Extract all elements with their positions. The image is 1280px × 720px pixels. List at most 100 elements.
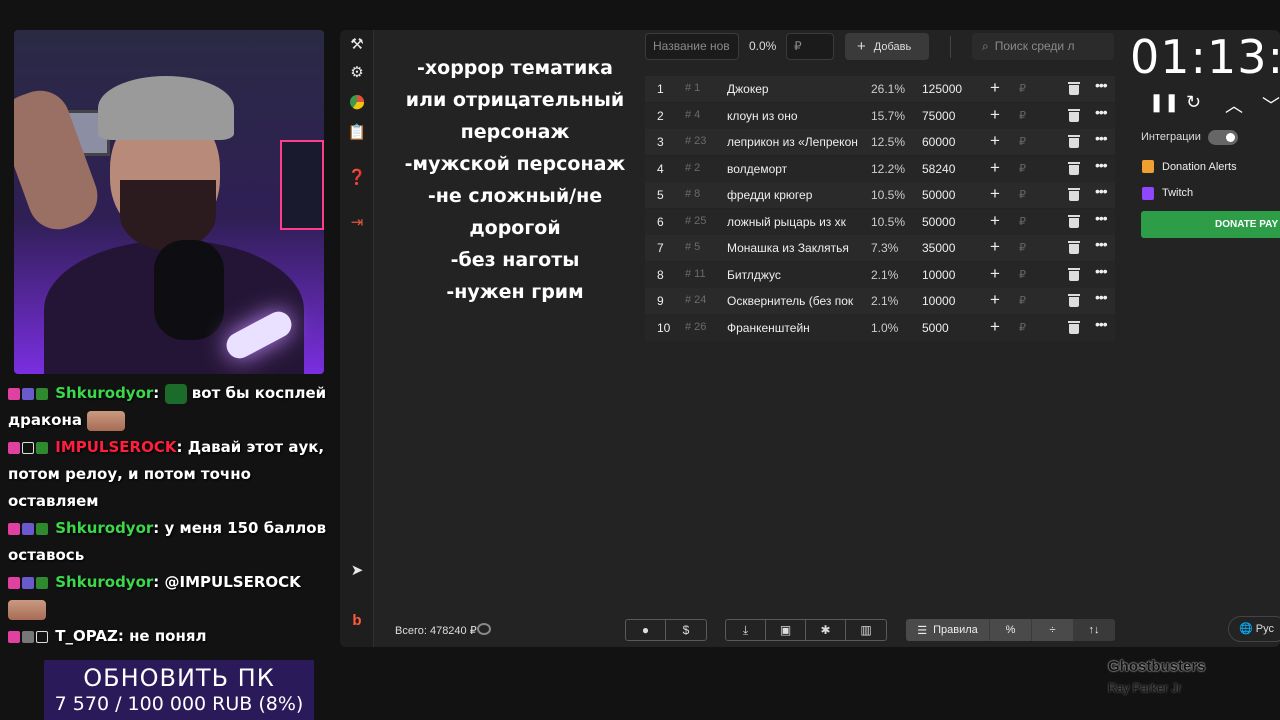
currency-input[interactable]: ₽ xyxy=(1019,268,1026,281)
currency-input[interactable]: ₽ xyxy=(1019,241,1026,254)
rules-button[interactable]: ☰ Правила xyxy=(906,619,990,641)
lot-name-input[interactable]: Название нов xyxy=(645,33,739,60)
pause-icon[interactable]: ❚❚ xyxy=(1149,92,1179,113)
lot-name[interactable]: клоун из оно xyxy=(727,109,859,123)
currency-input[interactable]: ₽ xyxy=(1019,162,1026,175)
currency-input[interactable]: ₽ xyxy=(1019,294,1026,307)
chevron-down-icon[interactable]: ﹀ xyxy=(1262,92,1280,118)
lot-name[interactable]: Осквернитель (без пок xyxy=(727,294,859,308)
add-amount-icon[interactable]: + xyxy=(990,264,1000,284)
split-icon[interactable]: ÷ xyxy=(1032,619,1074,641)
add-amount-icon[interactable]: + xyxy=(990,290,1000,310)
lot-name[interactable]: Франкенштейн xyxy=(727,321,859,335)
add-amount-icon[interactable]: + xyxy=(990,131,1000,151)
more-icon[interactable]: ••• xyxy=(1095,210,1108,226)
more-icon[interactable]: ••• xyxy=(1095,263,1108,279)
lot-amount[interactable]: 58240 xyxy=(922,162,955,176)
add-amount-icon[interactable]: + xyxy=(990,237,1000,257)
github-icon[interactable]: ● xyxy=(626,620,666,640)
add-amount-icon[interactable]: + xyxy=(990,78,1000,98)
trash-icon[interactable] xyxy=(1068,135,1080,148)
amount-input[interactable]: ₽ xyxy=(786,33,834,60)
currency-input[interactable]: ₽ xyxy=(1019,135,1026,148)
add-amount-icon[interactable]: + xyxy=(990,211,1000,231)
add-amount-icon[interactable]: + xyxy=(990,105,1000,125)
trash-icon[interactable] xyxy=(1068,267,1080,281)
trash-icon[interactable] xyxy=(1068,294,1080,307)
currency-input[interactable]: ₽ xyxy=(1019,82,1026,95)
lot-amount[interactable]: 60000 xyxy=(922,135,955,149)
trash-icon[interactable] xyxy=(1068,188,1080,201)
trash-icon[interactable] xyxy=(1068,82,1080,95)
gavel-icon[interactable]: ⚒ xyxy=(345,32,369,56)
boosty-icon[interactable]: b xyxy=(345,608,369,632)
more-icon[interactable]: ••• xyxy=(1095,104,1108,120)
currency-input[interactable]: ₽ xyxy=(1019,188,1026,201)
lot-amount[interactable]: 125000 xyxy=(922,82,962,96)
lot-name[interactable]: фредди крюгер xyxy=(727,188,859,202)
more-icon[interactable]: ••• xyxy=(1095,236,1108,252)
more-icon[interactable]: ••• xyxy=(1095,77,1108,93)
more-icon[interactable]: ••• xyxy=(1095,289,1108,305)
more-icon[interactable]: ••• xyxy=(1095,183,1108,199)
bug-icon[interactable]: ✱ xyxy=(806,620,846,640)
streamer-cap xyxy=(98,76,234,140)
more-icon[interactable]: ••• xyxy=(1095,130,1108,146)
trash-icon[interactable] xyxy=(1068,214,1080,228)
percent-button[interactable]: % xyxy=(990,619,1032,641)
telegram-icon[interactable]: ➤ xyxy=(345,558,369,582)
trash-icon[interactable] xyxy=(1068,161,1080,175)
trash-icon[interactable] xyxy=(1068,320,1080,334)
add-amount-icon[interactable]: + xyxy=(990,158,1000,178)
logout-icon[interactable]: ⇥ xyxy=(345,210,369,234)
lot-amount[interactable]: 10000 xyxy=(922,294,955,308)
lot-name[interactable]: ложный рыцарь из хк xyxy=(727,215,859,229)
help-icon[interactable]: ❓ xyxy=(345,165,369,189)
lot-amount[interactable]: 50000 xyxy=(922,188,955,202)
add-lot-button[interactable]: + Добавь xyxy=(845,33,929,60)
lot-id: # 26 xyxy=(685,320,707,333)
clipboard-icon[interactable]: 📋 xyxy=(345,120,369,144)
lot-name[interactable]: Битлджус xyxy=(727,268,859,282)
currency-input[interactable]: ₽ xyxy=(1019,215,1026,228)
gear-icon[interactable]: ⚙ xyxy=(345,60,369,84)
lot-id: # 5 xyxy=(685,241,701,253)
integrations-toggle[interactable] xyxy=(1208,130,1238,145)
add-amount-icon[interactable]: + xyxy=(990,317,1000,337)
lot-number: 3 xyxy=(657,135,664,149)
more-icon[interactable]: ••• xyxy=(1095,157,1108,173)
wheel-icon[interactable] xyxy=(345,90,369,114)
emote-icon xyxy=(164,383,187,404)
lot-amount[interactable]: 75000 xyxy=(922,109,955,123)
more-icon[interactable]: ••• xyxy=(1095,316,1108,332)
lot-percent: 26.1% xyxy=(871,82,906,96)
clear-list-icon[interactable]: ▥ xyxy=(846,620,886,640)
trash-icon[interactable] xyxy=(1068,108,1080,122)
lot-amount[interactable]: 5000 xyxy=(922,321,949,335)
donatepay-button[interactable]: DONATE PAY xyxy=(1141,211,1280,238)
reset-icon[interactable]: ↻ xyxy=(1186,92,1201,113)
dollar-icon[interactable]: $ xyxy=(666,620,706,640)
sort-button[interactable]: ↑↓ xyxy=(1074,619,1115,641)
currency-input[interactable]: ₽ xyxy=(1019,321,1026,334)
lots-table: 1 # 1 Джокер 26.1% 125000 + ₽ ••• 2 # 4 клоун из о… xyxy=(645,76,1115,341)
save-icon[interactable]: ▣ xyxy=(766,620,806,640)
search-input[interactable]: ⌕ Поиск среди л xyxy=(972,33,1114,60)
hide-eye-icon[interactable] xyxy=(477,623,491,635)
lot-amount[interactable]: 10000 xyxy=(922,268,955,282)
language-select[interactable]: 🌐 Рус xyxy=(1228,616,1280,642)
lot-name[interactable]: Джокер xyxy=(727,82,859,96)
lot-amount[interactable]: 35000 xyxy=(922,241,955,255)
lot-amount[interactable]: 50000 xyxy=(922,215,955,229)
chevron-up-icon[interactable]: ︿ xyxy=(1225,92,1243,118)
service-donation-alerts[interactable]: Donation Alerts xyxy=(1162,161,1237,173)
service-twitch[interactable]: Twitch xyxy=(1162,187,1193,199)
lot-name[interactable]: Монашка из Заклятья xyxy=(727,241,859,255)
add-amount-icon[interactable]: + xyxy=(990,184,1000,204)
lot-name[interactable]: волдеморт xyxy=(727,162,859,176)
currency-input[interactable]: ₽ xyxy=(1019,109,1026,122)
goal-progress-text: 7 570 / 100 000 RUB (8%) xyxy=(54,693,304,715)
download-icon[interactable]: ⤓ xyxy=(726,620,766,640)
trash-icon[interactable] xyxy=(1068,241,1080,254)
lot-name[interactable]: леприкон из «Лепрекон xyxy=(727,135,859,149)
